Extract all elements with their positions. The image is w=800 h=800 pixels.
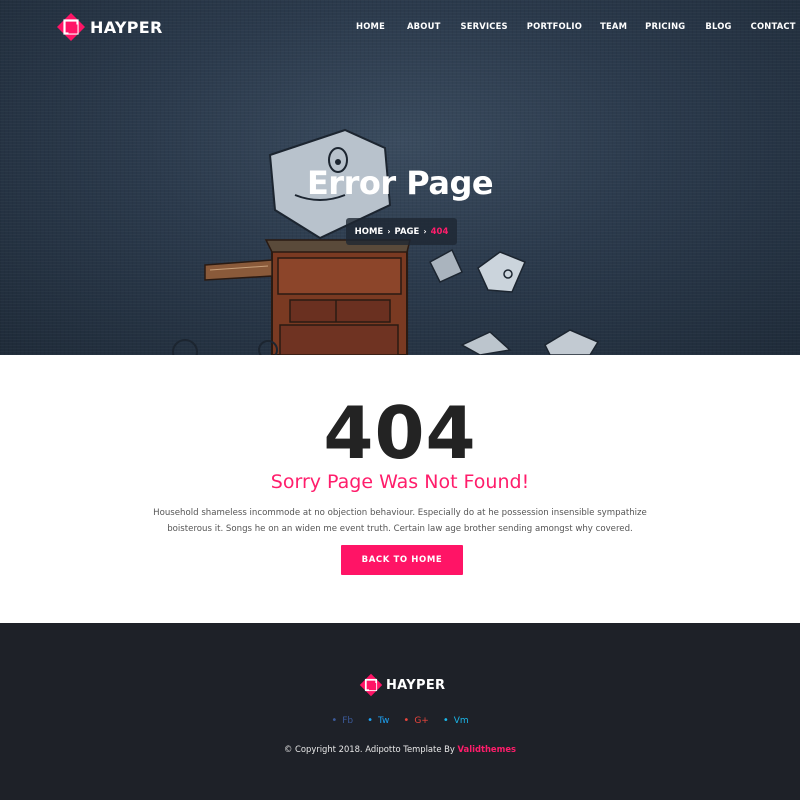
bullet-icon: • — [403, 715, 410, 726]
breadcrumb-page[interactable]: PAGE — [395, 227, 420, 237]
nav-item-services[interactable]: SERVICES — [460, 21, 507, 31]
social-link-google-plus[interactable]: • G+ — [403, 715, 428, 726]
copyright-text: © Copyright 2018. Adipotto Template By — [284, 744, 458, 754]
social-link-twitter[interactable]: • Tw — [367, 715, 389, 726]
nav-item-team[interactable]: TEAM — [600, 21, 627, 31]
social-label: Fb — [342, 715, 354, 726]
breadcrumb-current: 404 — [430, 226, 449, 237]
bullet-icon: • — [331, 715, 338, 726]
breadcrumb-home[interactable]: HOME — [355, 227, 384, 237]
main-nav: HOME ABOUT SERVICES PORTFOLIO TEAM PRICI… — [356, 21, 796, 31]
nav-item-contact[interactable]: CONTACT — [751, 21, 796, 31]
social-link-vimeo[interactable]: • Vm — [443, 715, 469, 726]
copyright-link[interactable]: Validthemes — [458, 744, 516, 754]
bullet-icon: • — [367, 715, 374, 726]
nav-item-pricing[interactable]: PRICING — [645, 21, 685, 31]
social-label: Tw — [378, 715, 390, 726]
bullet-icon: • — [442, 715, 449, 726]
nav-item-home[interactable]: HOME — [356, 21, 385, 31]
chevron-right-icon: › — [423, 227, 427, 236]
social-label: Vm — [453, 715, 469, 726]
social-label: G+ — [414, 715, 429, 726]
nav-item-about[interactable]: ABOUT — [407, 21, 441, 31]
breadcrumb: HOME › PAGE › 404 — [346, 218, 457, 245]
social-link-facebook[interactable]: • Fb — [331, 715, 353, 726]
brand-name: HAYPER — [90, 17, 163, 37]
brand-logo[interactable]: HAYPER — [56, 12, 163, 42]
error-heading: Sorry Page Was Not Found! — [270, 471, 530, 493]
hero-banner: HAYPER HOME ABOUT SERVICES PORTFOLIO TEA… — [0, 0, 800, 355]
nav-item-blog[interactable]: BLOG — [705, 21, 731, 31]
footer-brand-logo[interactable]: HAYPER — [359, 673, 445, 697]
back-to-home-button[interactable]: BACK TO HOME — [341, 545, 463, 575]
error-description: Household shameless incommode at no obje… — [153, 508, 647, 534]
nav-item-portfolio[interactable]: PORTFOLIO — [527, 21, 582, 31]
footer-brand-name: HAYPER — [386, 677, 446, 693]
social-links: • Fb • Tw • G+ • Vm — [0, 715, 800, 726]
page-title: Error Page — [306, 164, 494, 202]
footer: HAYPER • Fb • Tw • G+ • Vm © Copyright 2… — [0, 623, 800, 800]
hayper-logo-icon — [57, 13, 85, 41]
error-code: 404 — [323, 391, 477, 475]
copyright: © Copyright 2018. Adipotto Template By V… — [0, 744, 800, 754]
hayper-logo-icon — [359, 673, 383, 697]
chevron-right-icon: › — [387, 227, 391, 236]
